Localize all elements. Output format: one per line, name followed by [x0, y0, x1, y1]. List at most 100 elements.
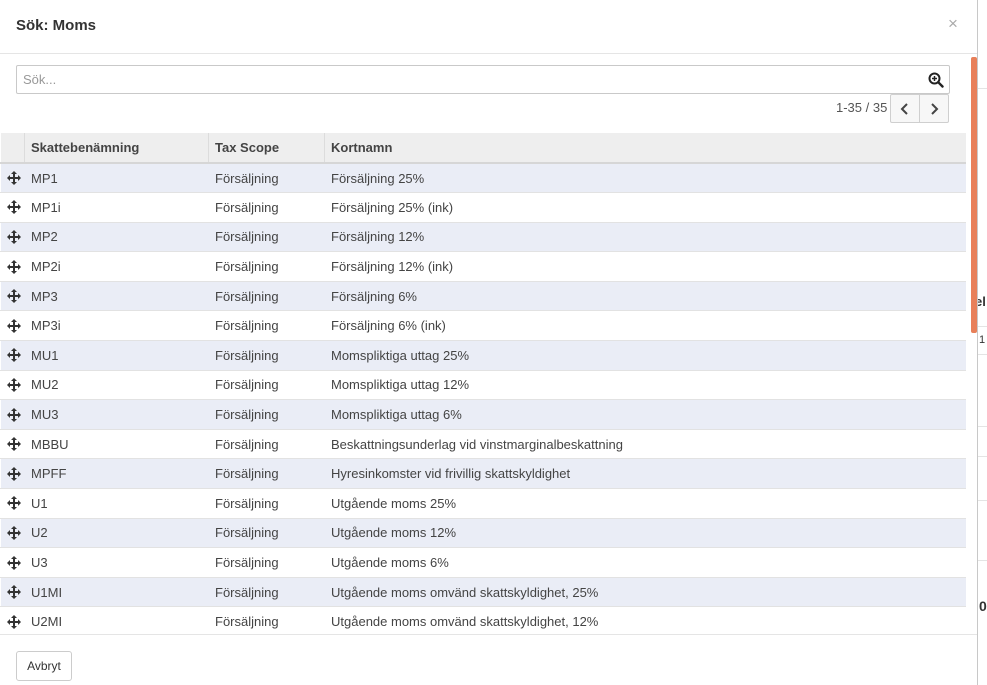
drag-handle[interactable]	[0, 488, 25, 519]
cell-kortnamn: Utgående moms omvänd skattskyldighet, 12…	[324, 606, 966, 634]
table-row[interactable]: MP1i Försäljning Försäljning 25% (ink)	[0, 192, 966, 223]
table-row[interactable]: MP3i Försäljning Försäljning 6% (ink)	[0, 310, 966, 342]
background-divider	[978, 500, 987, 501]
background-divider	[978, 456, 987, 457]
table-row[interactable]: MPFF Försäljning Hyresinkomster vid frivil…	[0, 458, 966, 490]
drag-handle[interactable]	[0, 458, 25, 490]
move-handle-icon	[7, 289, 24, 304]
table-row[interactable]: U2 Försäljning Utgående moms 12%	[0, 518, 966, 549]
drag-handle[interactable]	[0, 310, 25, 342]
drag-handle[interactable]	[0, 192, 25, 223]
drag-handle[interactable]	[0, 281, 25, 312]
table-row[interactable]: MU1 Försäljning Momspliktiga uttag 25%	[0, 340, 966, 371]
cell-kortnamn: Försäljning 25% (ink)	[324, 192, 966, 223]
table-row[interactable]: MU2 Försäljning Momspliktiga uttag 12%	[0, 370, 966, 401]
cell-skattebenamning: U1MI	[24, 577, 209, 608]
column-header-skattebenamning[interactable]: Skattebenämning	[24, 133, 209, 164]
dialog-footer: Avbryt	[0, 634, 977, 685]
cell-tax-scope: Försäljning	[208, 577, 325, 608]
drag-handle[interactable]	[0, 399, 25, 430]
cell-skattebenamning: U2	[24, 518, 209, 549]
cell-skattebenamning: MU1	[24, 340, 209, 371]
move-handle-icon	[7, 318, 24, 333]
close-icon[interactable]: ×	[948, 14, 958, 34]
background-page: el 1 0	[978, 0, 987, 685]
pager-value[interactable]: 1-35 / 35	[836, 100, 887, 115]
cell-kortnamn: Hyresinkomster vid frivillig skattskyldi…	[324, 458, 966, 490]
move-handle-icon	[7, 585, 24, 600]
table-row[interactable]: MP2i Försäljning Försäljning 12% (ink)	[0, 251, 966, 282]
cell-tax-scope: Försäljning	[208, 222, 325, 253]
cell-skattebenamning: MP1i	[24, 192, 209, 223]
drag-handle[interactable]	[0, 222, 25, 253]
cell-kortnamn: Utgående moms 25%	[324, 488, 966, 519]
table-row[interactable]: MP1 Försäljning Försäljning 25%	[0, 163, 966, 194]
table-row[interactable]: MBBU Försäljning Beskattningsunderlag vid …	[0, 429, 966, 460]
cell-tax-scope: Försäljning	[208, 518, 325, 549]
drag-handle[interactable]	[0, 370, 25, 401]
cell-kortnamn: Försäljning 6%	[324, 281, 966, 312]
cell-tax-scope: Försäljning	[208, 399, 325, 430]
column-header-tax-scope[interactable]: Tax Scope	[208, 133, 325, 164]
drag-handle[interactable]	[0, 547, 25, 578]
move-handle-icon	[7, 171, 24, 186]
cell-skattebenamning: U1	[24, 488, 209, 519]
search-icon[interactable]	[928, 72, 944, 88]
table-header-row: Skattebenämning Tax Scope Kortnamn	[0, 133, 966, 164]
cell-skattebenamning: MP3	[24, 281, 209, 312]
chevron-left-icon	[900, 102, 908, 115]
table-row[interactable]: U2MI Försäljning Utgående moms omvänd skat…	[0, 606, 966, 634]
background-divider	[978, 560, 987, 561]
chevron-right-icon	[931, 102, 939, 115]
drag-handle[interactable]	[0, 251, 25, 282]
move-handle-icon	[7, 466, 24, 481]
cell-kortnamn: Momspliktiga uttag 6%	[324, 399, 966, 430]
table-row[interactable]: MU3 Försäljning Momspliktiga uttag 6%	[0, 399, 966, 430]
move-handle-icon	[7, 348, 24, 363]
cell-kortnamn: Försäljning 6% (ink)	[324, 310, 966, 342]
cell-kortnamn: Beskattningsunderlag vid vinstmarginalbe…	[324, 429, 966, 460]
column-header-kortnamn[interactable]: Kortnamn	[324, 133, 966, 164]
table-row[interactable]: MP3 Försäljning Försäljning 6%	[0, 281, 966, 312]
background-divider	[978, 88, 987, 89]
scrollbar-thumb[interactable]	[971, 57, 977, 333]
cell-skattebenamning: MP2	[24, 222, 209, 253]
pager-previous-button[interactable]	[890, 94, 920, 123]
cell-skattebenamning: MU3	[24, 399, 209, 430]
cell-kortnamn: Utgående moms omvänd skattskyldighet, 25…	[324, 577, 966, 608]
cell-skattebenamning: MP1	[24, 163, 209, 194]
cell-kortnamn: Försäljning 12%	[324, 222, 966, 253]
drag-handle[interactable]	[0, 518, 25, 549]
search-input[interactable]	[17, 66, 929, 93]
move-handle-icon	[7, 200, 24, 215]
cell-kortnamn: Momspliktiga uttag 25%	[324, 340, 966, 371]
move-handle-icon	[7, 555, 24, 570]
cell-kortnamn: Försäljning 25%	[324, 163, 966, 194]
drag-handle[interactable]	[0, 577, 25, 608]
cancel-button[interactable]: Avbryt	[16, 651, 72, 681]
cell-tax-scope: Försäljning	[208, 488, 325, 519]
results-table-container: Skattebenämning Tax Scope Kortnamn MP1 Fö…	[0, 133, 966, 634]
cell-tax-scope: Försäljning	[208, 251, 325, 282]
cell-kortnamn: Utgående moms 12%	[324, 518, 966, 549]
cell-tax-scope: Försäljning	[208, 429, 325, 460]
move-handle-icon	[7, 259, 24, 274]
search-dialog: Sök: Moms × 1-35 / 35	[0, 0, 978, 685]
background-divider	[978, 354, 987, 355]
cell-skattebenamning: MBBU	[24, 429, 209, 460]
table-row[interactable]: MP2 Försäljning Försäljning 12%	[0, 222, 966, 253]
cell-tax-scope: Försäljning	[208, 310, 325, 342]
drag-handle[interactable]	[0, 606, 25, 634]
background-divider	[978, 426, 987, 427]
table-row[interactable]: U1MI Försäljning Utgående moms omvänd skat…	[0, 577, 966, 608]
cell-skattebenamning: MPFF	[24, 458, 209, 490]
cell-kortnamn: Försäljning 12% (ink)	[324, 251, 966, 282]
pager-next-button[interactable]	[919, 94, 949, 123]
drag-handle[interactable]	[0, 163, 25, 194]
cell-skattebenamning: MP3i	[24, 310, 209, 342]
dialog-header: Sök: Moms ×	[0, 0, 977, 54]
table-row[interactable]: U1 Försäljning Utgående moms 25%	[0, 488, 966, 519]
table-row[interactable]: U3 Försäljning Utgående moms 6%	[0, 547, 966, 578]
drag-handle[interactable]	[0, 340, 25, 371]
drag-handle[interactable]	[0, 429, 25, 460]
